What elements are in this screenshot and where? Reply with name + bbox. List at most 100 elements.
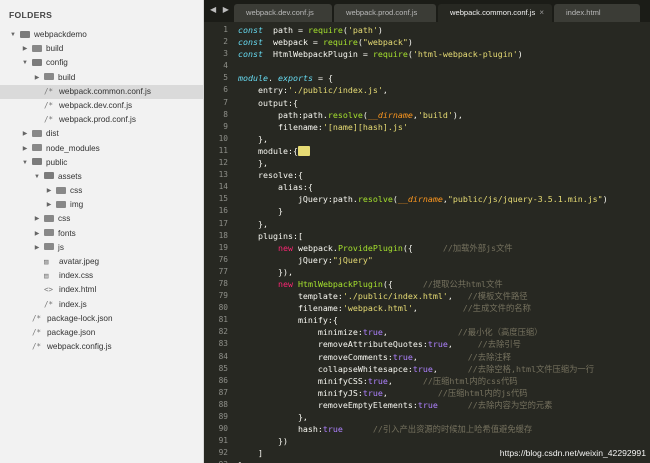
code-line: 81 minify:{ (204, 314, 650, 326)
code-line: 79 template:'./public/index.html', //模板文… (204, 290, 650, 302)
code-token: removeEmptyElements: (238, 399, 418, 410)
code-token: ({ (382, 278, 423, 289)
code-token: } (238, 206, 283, 217)
line-number: 14 (218, 182, 228, 192)
line-number: 83 (218, 339, 228, 349)
line-number: 18 (218, 230, 228, 240)
code-token: path:path. (238, 109, 328, 120)
tree-folder[interactable]: ▶ js (0, 241, 203, 255)
chevron-right-icon[interactable]: ▶ (32, 227, 42, 241)
code-line: 84 removeComments:true, //去除注释 (204, 351, 650, 363)
code-token: 'html-webpack-plugin' (412, 49, 518, 60)
editor-tab[interactable]: webpack.prod.conf.js (334, 4, 436, 22)
tree-file[interactable]: ▤ index.css (0, 269, 203, 283)
code-line: 80 filename:'webpack.html', //生成文件的名称 (204, 302, 650, 314)
code-token: "jQuery" (332, 254, 373, 265)
code-token: const (238, 49, 263, 60)
chevron-right-icon[interactable]: ▶ (32, 241, 42, 255)
chevron-right-icon[interactable]: ▶ (20, 142, 30, 156)
code-line: 93} (204, 459, 650, 463)
line-number: 77 (218, 266, 228, 276)
tree-file[interactable]: /* package.json (0, 326, 203, 340)
tree-file[interactable]: /* webpack.config.js (0, 340, 203, 354)
chevron-down-icon[interactable]: ▼ (20, 156, 30, 170)
code-line: 90 hash:true //引入产出资源的时候加上哈希值避免缓存 (204, 423, 650, 435)
line-number: 92 (218, 448, 228, 458)
tree-item-label: index.js (59, 299, 87, 309)
code-text: hash:true //引入产出资源的时候加上哈希值避免缓存 (238, 423, 532, 435)
editor-tab[interactable]: webpack.common.conf.js × (438, 4, 552, 22)
close-icon[interactable]: × (539, 4, 544, 22)
code-line: 17 }, (204, 218, 650, 230)
code-token: const (238, 25, 263, 35)
chevron-right-icon[interactable]: ▶ (44, 198, 54, 212)
code-token: true (367, 375, 388, 386)
file-icon: ▨ (44, 257, 49, 266)
line-number: 81 (218, 315, 228, 325)
tree-file[interactable]: /* webpack.prod.conf.js (0, 113, 203, 127)
line-number: 6 (223, 85, 228, 95)
code-text: }, (238, 157, 268, 169)
code-text: collapseWhitesapce:true, //去除空格,html文件压缩… (238, 363, 594, 375)
code-token: , (387, 375, 423, 386)
editor-tab[interactable]: webpack.dev.conf.js (234, 4, 332, 22)
code-token: require (322, 37, 358, 48)
code-text: minifyJS:true, //压缩html内的js代码 (238, 387, 528, 399)
tree-folder[interactable]: ▶ node_modules (0, 142, 203, 156)
code-text: }) (238, 435, 288, 447)
tree-folder[interactable]: ▶ build (0, 71, 203, 85)
file-icon: /* (32, 342, 42, 352)
code-text: } (238, 459, 243, 463)
code-token: , (382, 327, 458, 338)
chevron-right-icon[interactable]: ▶ (20, 42, 30, 56)
chevron-right-icon[interactable]: ▶ (44, 184, 54, 198)
code-text: filename:'[name][hash].js' (238, 121, 408, 133)
sidebar-title: FOLDERS (9, 10, 53, 20)
code-token: ) (602, 194, 608, 205)
tree-item-label: index.css (59, 271, 94, 281)
tree-file[interactable]: ▨ avatar.jpeg (0, 255, 203, 269)
code-token: hash: (238, 424, 323, 435)
tree-item-label: js (58, 242, 64, 252)
line-number: 82 (218, 327, 228, 337)
editor-tab[interactable]: index.html (554, 4, 640, 22)
chevron-down-icon[interactable]: ▼ (8, 28, 18, 42)
chevron-right-icon[interactable]: ▶ (32, 71, 42, 85)
code-token: plugins:[ (238, 230, 303, 241)
chevron-right-icon[interactable]: ▶ (20, 127, 30, 141)
tree-file[interactable]: <> index.html (0, 283, 203, 297)
tree-file[interactable]: /* package-lock.json (0, 312, 203, 326)
tree-folder[interactable]: ▼ webpackdemo (0, 28, 203, 42)
code-area[interactable]: 1 const path = require('path') 2 const webp… (204, 24, 650, 463)
tree-item-label: index.html (59, 285, 97, 295)
tree-folder[interactable]: ▼ public (0, 156, 203, 170)
chevron-right-icon[interactable]: ▶ (32, 212, 42, 226)
tree-file[interactable]: /* webpack.common.conf.js (0, 84, 203, 99)
code-token: resolve (357, 194, 393, 205)
tree-file[interactable]: /* index.js (0, 298, 203, 312)
tab-nav-arrows-icon[interactable]: ◀ ▶ (210, 5, 231, 14)
code-text: const path = require('path') (238, 24, 383, 36)
tree-folder[interactable]: ▶ css (0, 184, 203, 198)
folder-icon (44, 229, 54, 237)
tree-folder[interactable]: ▶ dist (0, 127, 203, 141)
tree-folder[interactable]: ▶ img (0, 198, 203, 212)
code-token: jQuery:path. (238, 194, 358, 205)
code-text: plugins:[ (238, 230, 303, 242)
code-line: 7 output:{ (204, 97, 650, 109)
code-text: entry:'./public/index.js', (238, 84, 388, 96)
tree-folder[interactable]: ▶ build (0, 42, 203, 56)
tree-folder[interactable]: ▼ assets (0, 170, 203, 184)
chevron-down-icon[interactable]: ▼ (20, 56, 30, 70)
code-text: resolve:{ (238, 169, 303, 181)
code-text: }, (238, 133, 268, 145)
code-text: removeEmptyElements:true //去除内容为空的元素 (238, 399, 553, 411)
chevron-down-icon[interactable]: ▼ (32, 170, 42, 184)
tree-folder[interactable]: ▼ config (0, 56, 203, 70)
tree-folder[interactable]: ▶ css (0, 212, 203, 226)
code-token: module (238, 73, 268, 84)
tree-file[interactable]: /* webpack.dev.conf.js (0, 99, 203, 113)
code-token: entry: (238, 85, 288, 96)
tree-folder[interactable]: ▶ fonts (0, 227, 203, 241)
